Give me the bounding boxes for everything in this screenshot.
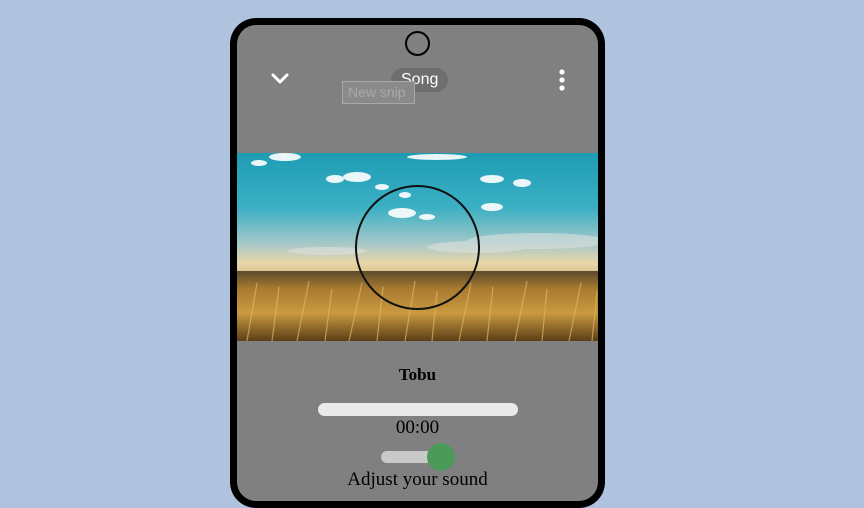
track-progress-bar[interactable] — [318, 403, 518, 416]
collapse-button[interactable] — [267, 69, 293, 89]
vinyl-disc-ring — [355, 185, 480, 310]
volume-slider[interactable] — [381, 443, 455, 471]
phone-frame: Song New snip Tobu 00:00 Adjust your sou… — [230, 18, 605, 508]
phone-screen: Song New snip Tobu 00:00 Adjust your sou… — [237, 25, 598, 501]
camera-notch — [405, 31, 430, 56]
snip-tooltip: New snip — [342, 81, 415, 104]
more-options-button[interactable] — [555, 67, 569, 93]
chevron-down-icon — [271, 73, 289, 84]
current-time: 00:00 — [395, 417, 440, 438]
more-vertical-icon — [559, 69, 565, 91]
track-title: Tobu — [398, 365, 437, 384]
volume-label: Adjust your sound — [347, 469, 488, 490]
volume-slider-thumb[interactable] — [426, 443, 455, 471]
